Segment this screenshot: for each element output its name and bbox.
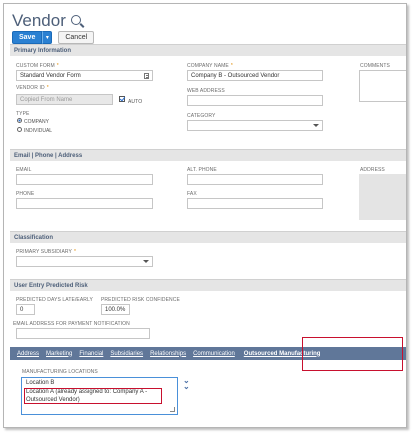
phone-label: PHONE [16, 191, 35, 197]
tab-relationships[interactable]: Relationships [150, 351, 186, 357]
list-icon[interactable] [144, 73, 149, 79]
primary-subsidiary-label-text: PRIMARY SUBSIDIARY [16, 249, 72, 255]
risk-confidence-label: PREDICTED RISK CONFIDENCE [101, 297, 180, 303]
auto-checkbox[interactable] [119, 96, 125, 102]
category-select[interactable] [187, 120, 323, 131]
phone-field[interactable] [16, 198, 153, 209]
vendor-id-field[interactable]: Copied From Name [16, 94, 113, 105]
type-option-individual: INDIVIDUAL [24, 128, 53, 134]
active-tab-highlight-box [302, 337, 403, 371]
required-marker: * [74, 249, 77, 255]
company-name-label: COMPANY NAME * [187, 63, 233, 69]
manufacturing-locations-multiselect[interactable]: Location B Location A (already assigned … [21, 377, 178, 415]
vendor-form-window: Vendor Save ▾ Cancel Primary Information… [3, 3, 407, 428]
type-radio-company[interactable] [17, 118, 22, 123]
title-row: Vendor [12, 10, 81, 32]
tab-financial[interactable]: Financial [79, 351, 103, 357]
save-button[interactable]: Save [12, 31, 43, 44]
risk-confidence-value: 100.0% [105, 306, 126, 313]
tab-communication[interactable]: Communication [193, 351, 235, 357]
type-label: TYPE [16, 111, 30, 117]
primary-subsidiary-select[interactable] [16, 256, 153, 267]
action-buttons: Save ▾ Cancel [12, 31, 95, 44]
payment-notification-email-field[interactable] [16, 328, 150, 339]
primary-subsidiary-label: PRIMARY SUBSIDIARY * [16, 249, 76, 255]
manufacturing-locations-label: MANUFACTURING LOCATIONS [22, 369, 98, 375]
web-address-label: WEB ADDRESS [187, 88, 225, 94]
fax-label: FAX [187, 191, 197, 197]
comments-label: COMMENTS [360, 63, 390, 69]
address-box[interactable] [359, 174, 406, 220]
custom-form-label-text: CUSTOM FORM [16, 63, 55, 69]
section-predicted-risk[interactable]: User Entry Predicted Risk [10, 279, 406, 291]
already-assigned-highlight-box [24, 388, 162, 404]
email-label: EMAIL [16, 167, 32, 173]
tab-subsidiaries[interactable]: Subsidiaries [110, 351, 143, 357]
section-email-phone-address[interactable]: Email | Phone | Address [10, 149, 406, 161]
required-marker: * [56, 63, 59, 69]
alt-phone-label: ALT. PHONE [187, 167, 217, 173]
email-field[interactable] [16, 174, 153, 185]
tab-marketing[interactable]: Marketing [46, 351, 72, 357]
location-option-b[interactable]: Location B [26, 380, 54, 386]
risk-confidence-field: 100.0% [101, 304, 130, 315]
predicted-days-field: 0 [16, 304, 35, 315]
chevron-down-icon[interactable] [143, 260, 149, 263]
required-marker: * [46, 85, 49, 91]
custom-form-select[interactable]: Standard Vendor Form [16, 70, 153, 81]
company-name-label-text: COMPANY NAME [187, 63, 229, 69]
alt-phone-field[interactable] [187, 174, 323, 185]
company-name-value: Company B - Outsourced Vendor [191, 72, 280, 79]
chevron-down-icon[interactable] [313, 124, 319, 127]
search-icon[interactable] [70, 15, 81, 25]
category-label: CATEGORY [187, 113, 216, 119]
vendor-id-label-text: VENDOR ID [16, 85, 45, 91]
web-address-field[interactable] [187, 95, 323, 106]
page-title: Vendor [12, 11, 66, 30]
company-name-field[interactable]: Company B - Outsourced Vendor [187, 70, 323, 81]
vendor-id-label: VENDOR ID * [16, 85, 49, 91]
cancel-button[interactable]: Cancel [58, 31, 95, 44]
custom-form-value: Standard Vendor Form [20, 72, 81, 79]
required-marker: * [230, 63, 233, 69]
vendor-id-placeholder: Copied From Name [20, 96, 73, 103]
comments-textarea[interactable] [359, 70, 406, 102]
type-option-company: COMPANY [24, 119, 49, 125]
resize-handle-icon[interactable] [170, 407, 175, 412]
save-button-group: Save ▾ [12, 31, 53, 44]
section-primary-information[interactable]: Primary Information [10, 44, 406, 56]
fax-field[interactable] [187, 198, 323, 209]
custom-form-label: CUSTOM FORM * [16, 63, 59, 69]
double-chevron-down-icon[interactable]: ⌄ ⌄ [183, 377, 190, 391]
address-label: ADDRESS [360, 167, 385, 173]
save-menu-chevron-down-icon[interactable]: ▾ [42, 31, 53, 44]
section-classification[interactable]: Classification [10, 231, 406, 243]
type-radio-individual[interactable] [17, 127, 22, 132]
tab-address[interactable]: Address [17, 351, 39, 357]
auto-label: AUTO [128, 99, 143, 105]
predicted-days-label: PREDICTED DAYS LATE/EARLY [16, 297, 93, 303]
payment-notification-email-label: EMAIL ADDRESS FOR PAYMENT NOTIFICATION [13, 321, 130, 327]
predicted-days-value: 0 [20, 306, 24, 313]
